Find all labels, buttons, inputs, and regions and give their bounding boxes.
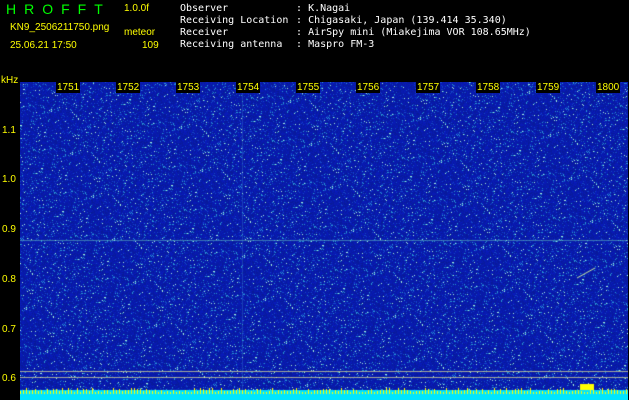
time-tick-1752: 1752 xyxy=(116,82,141,93)
file-name: KN9_2506211750.png xyxy=(10,22,110,33)
spectrogram xyxy=(20,82,628,400)
y-axis-unit: kHz xyxy=(1,75,19,86)
antenna-label: Receiving antenna xyxy=(180,39,283,50)
time-tick-1758: 1758 xyxy=(476,82,501,93)
receiver-value: AirSpy mini (Miakejima VOR 108.65MHz) xyxy=(308,27,531,38)
observer-label: Observer xyxy=(180,3,229,14)
location-label: Receiving Location xyxy=(180,15,289,26)
y-tick-0-7: 0.7 xyxy=(2,324,16,335)
y-tick-0-6: 0.6 xyxy=(2,373,16,384)
app-version: 1.0.0f xyxy=(124,3,150,14)
time-tick-1757: 1757 xyxy=(416,82,441,93)
observer-sep: : xyxy=(296,3,303,14)
y-tick-1-0: 1.0 xyxy=(2,174,16,185)
time-tick-1800: 1800 xyxy=(596,82,621,93)
time-tick-1756: 1756 xyxy=(356,82,381,93)
location-row: Receiving Location: Chigasaki, Japan (13… xyxy=(180,15,507,26)
hrofft-window: HROFFT 1.0.0f KN9_2506211750.png meteor … xyxy=(0,0,629,400)
receiver-row: Receiver: AirSpy mini (Miakejima VOR 108… xyxy=(180,27,531,38)
y-tick-1-1: 1.1 xyxy=(2,125,16,136)
time-tick-1759: 1759 xyxy=(536,82,561,93)
mode-label: meteor xyxy=(124,27,156,38)
location-sep: : xyxy=(296,15,303,26)
y-tick-0-9: 0.9 xyxy=(2,224,16,235)
antenna-value: Maspro FM-3 xyxy=(308,39,375,50)
time-tick-1751: 1751 xyxy=(56,82,81,93)
y-tick-0-8: 0.8 xyxy=(2,274,16,285)
date-time: 25.06.21 17:50 xyxy=(10,40,77,51)
location-value: Chigasaki, Japan (139.414 35.340) xyxy=(308,15,507,26)
app-title: HROFFT xyxy=(6,1,111,17)
antenna-sep: : xyxy=(296,39,303,50)
time-tick-1753: 1753 xyxy=(176,82,201,93)
receiver-sep: : xyxy=(296,27,303,38)
event-count: 109 xyxy=(142,40,159,51)
time-tick-1754: 1754 xyxy=(236,82,261,93)
receiver-label: Receiver xyxy=(180,27,229,38)
observer-row: Observer: K.Nagai xyxy=(180,3,350,14)
time-tick-1755: 1755 xyxy=(296,82,321,93)
observer-value: K.Nagai xyxy=(308,3,351,14)
antenna-row: Receiving antenna: Maspro FM-3 xyxy=(180,39,374,50)
